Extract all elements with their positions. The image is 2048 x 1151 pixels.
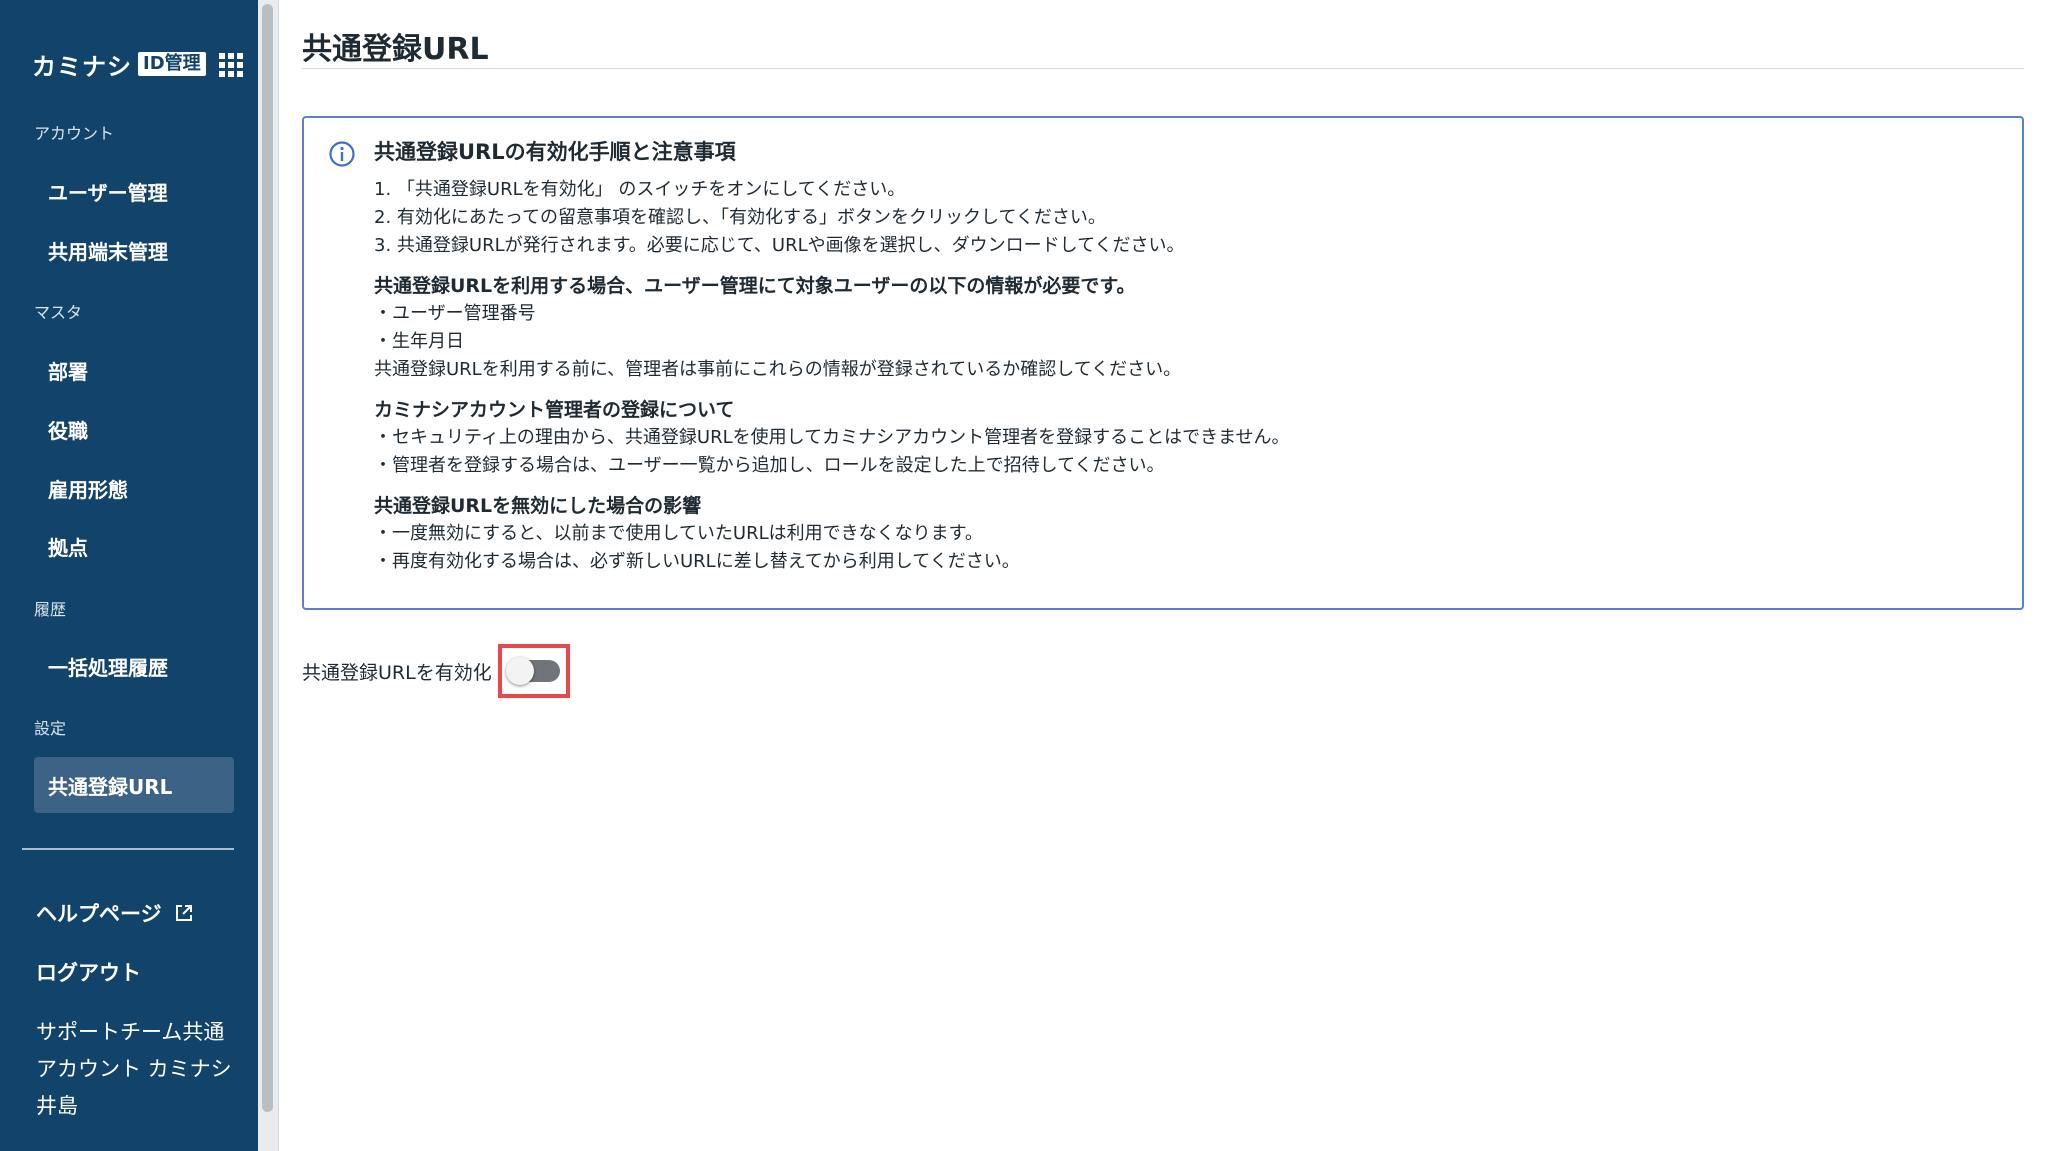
sidebar-item-shared-device-management[interactable]: 共用端末管理 — [34, 222, 234, 278]
step-item: 3. 共通登録URLが発行されます。必要に応じて、URLや画像を選択し、ダウンロ… — [374, 235, 1185, 256]
section-label-history: 履歴 — [34, 600, 67, 619]
sidebar-item-label: 雇用形態 — [48, 477, 128, 502]
step-item: 1. 「共通登録URLを有効化」 のスイッチをオンにしてください。 — [374, 179, 906, 200]
info-panel: 共通登録URLの有効化手順と注意事項 1. 「共通登録URLを有効化」 のスイッ… — [302, 116, 2024, 610]
section-label-account: アカウント — [34, 124, 115, 143]
enable-url-toggle[interactable] — [505, 657, 560, 685]
logo-badge: ID管理 — [138, 52, 206, 76]
info-heading: 共通登録URLの有効化手順と注意事項 — [374, 140, 736, 164]
sidebar-item-shared-registration-url[interactable]: 共通登録URL — [34, 757, 234, 813]
title-divider — [302, 68, 2024, 69]
info-content: 共通登録URLの有効化手順と注意事項 1. 「共通登録URLを有効化」 のスイッ… — [374, 136, 2002, 576]
requirement-note: 共通登録URLを利用する前に、管理者は事前にこれらの情報が登録されているか確認し… — [374, 359, 1182, 380]
disable-note: ・再度有効化する場合は、必ず新しいURLに差し替えてから利用してください。 — [374, 551, 1020, 572]
sidebar-item-label: 部署 — [48, 359, 88, 384]
section-label-settings: 設定 — [34, 719, 67, 738]
disable-note: ・一度無効にすると、以前まで使用していたURLは利用できなくなります。 — [374, 523, 983, 544]
logo-text: カミナシ — [32, 52, 132, 81]
enable-url-row: 共通登録URLを有効化 — [302, 644, 570, 698]
section-label-master: マスタ — [34, 303, 83, 322]
sidebar-item-position[interactable]: 役職 — [34, 401, 234, 457]
admin-heading: カミナシアカウント管理者の登録について — [374, 399, 735, 421]
logout-label: ログアウト — [36, 961, 141, 985]
toggle-knob — [505, 657, 534, 685]
page-title: 共通登録URL — [302, 32, 489, 67]
step-item: 2. 有効化にあたっての留意事項を確認し、「有効化する」ボタンをクリックしてくだ… — [374, 207, 1106, 228]
sidebar-item-label: 役職 — [48, 418, 88, 443]
sidebar-item-batch-history[interactable]: 一括処理履歴 — [34, 638, 234, 694]
sidebar-item-label: ユーザー管理 — [48, 180, 168, 205]
sidebar-item-user-management[interactable]: ユーザー管理 — [34, 163, 234, 219]
disable-heading: 共通登録URLを無効にした場合の影響 — [374, 495, 702, 517]
help-page-link[interactable]: ヘルプページ — [36, 898, 194, 928]
logout-link[interactable]: ログアウト — [36, 957, 141, 987]
sidebar-item-label: 一括処理履歴 — [48, 655, 168, 680]
info-icon — [329, 141, 355, 167]
sidebar-scrollbar-thumb[interactable] — [262, 4, 273, 1112]
requirement-item: ・ユーザー管理番号 — [374, 303, 536, 324]
grid-icon[interactable] — [218, 52, 244, 78]
sidebar-item-department[interactable]: 部署 — [34, 342, 234, 398]
sidebar-item-employment-type[interactable]: 雇用形態 — [34, 460, 234, 516]
main-content: 共通登録URL 共通登録URLの有効化手順と注意事項 1. 「共通登録URLを有… — [278, 0, 2048, 1151]
sidebar: カミナシ ID管理 アカウント ユーザー管理 共用端末管理 マスタ 部署 役職 … — [0, 0, 258, 1151]
requirement-item: ・生年月日 — [374, 331, 464, 352]
external-link-icon — [175, 905, 192, 921]
app-logo[interactable]: カミナシ ID管理 — [32, 48, 206, 81]
admin-note: ・セキュリティ上の理由から、共通登録URLを使用してカミナシアカウント管理者を登… — [374, 427, 1290, 448]
help-page-label: ヘルプページ — [36, 902, 162, 926]
highlight-frame — [497, 644, 570, 698]
sidebar-divider — [22, 848, 234, 850]
requirements-heading: 共通登録URLを利用する場合、ユーザー管理にて対象ユーザーの以下の情報が必要です… — [374, 275, 1136, 297]
sidebar-item-location[interactable]: 拠点 — [34, 518, 234, 574]
enable-url-label: 共通登録URLを有効化 — [302, 661, 492, 684]
sidebar-item-label: 拠点 — [48, 535, 88, 560]
sidebar-item-label: 共通登録URL — [48, 774, 173, 799]
sidebar-item-label: 共用端末管理 — [48, 239, 168, 264]
user-name: サポートチーム共通アカウント カミナシ 井島 — [36, 1020, 232, 1118]
admin-note: ・管理者を登録する場合は、ユーザー一覧から追加し、ロールを設定した上で招待してく… — [374, 455, 1165, 476]
